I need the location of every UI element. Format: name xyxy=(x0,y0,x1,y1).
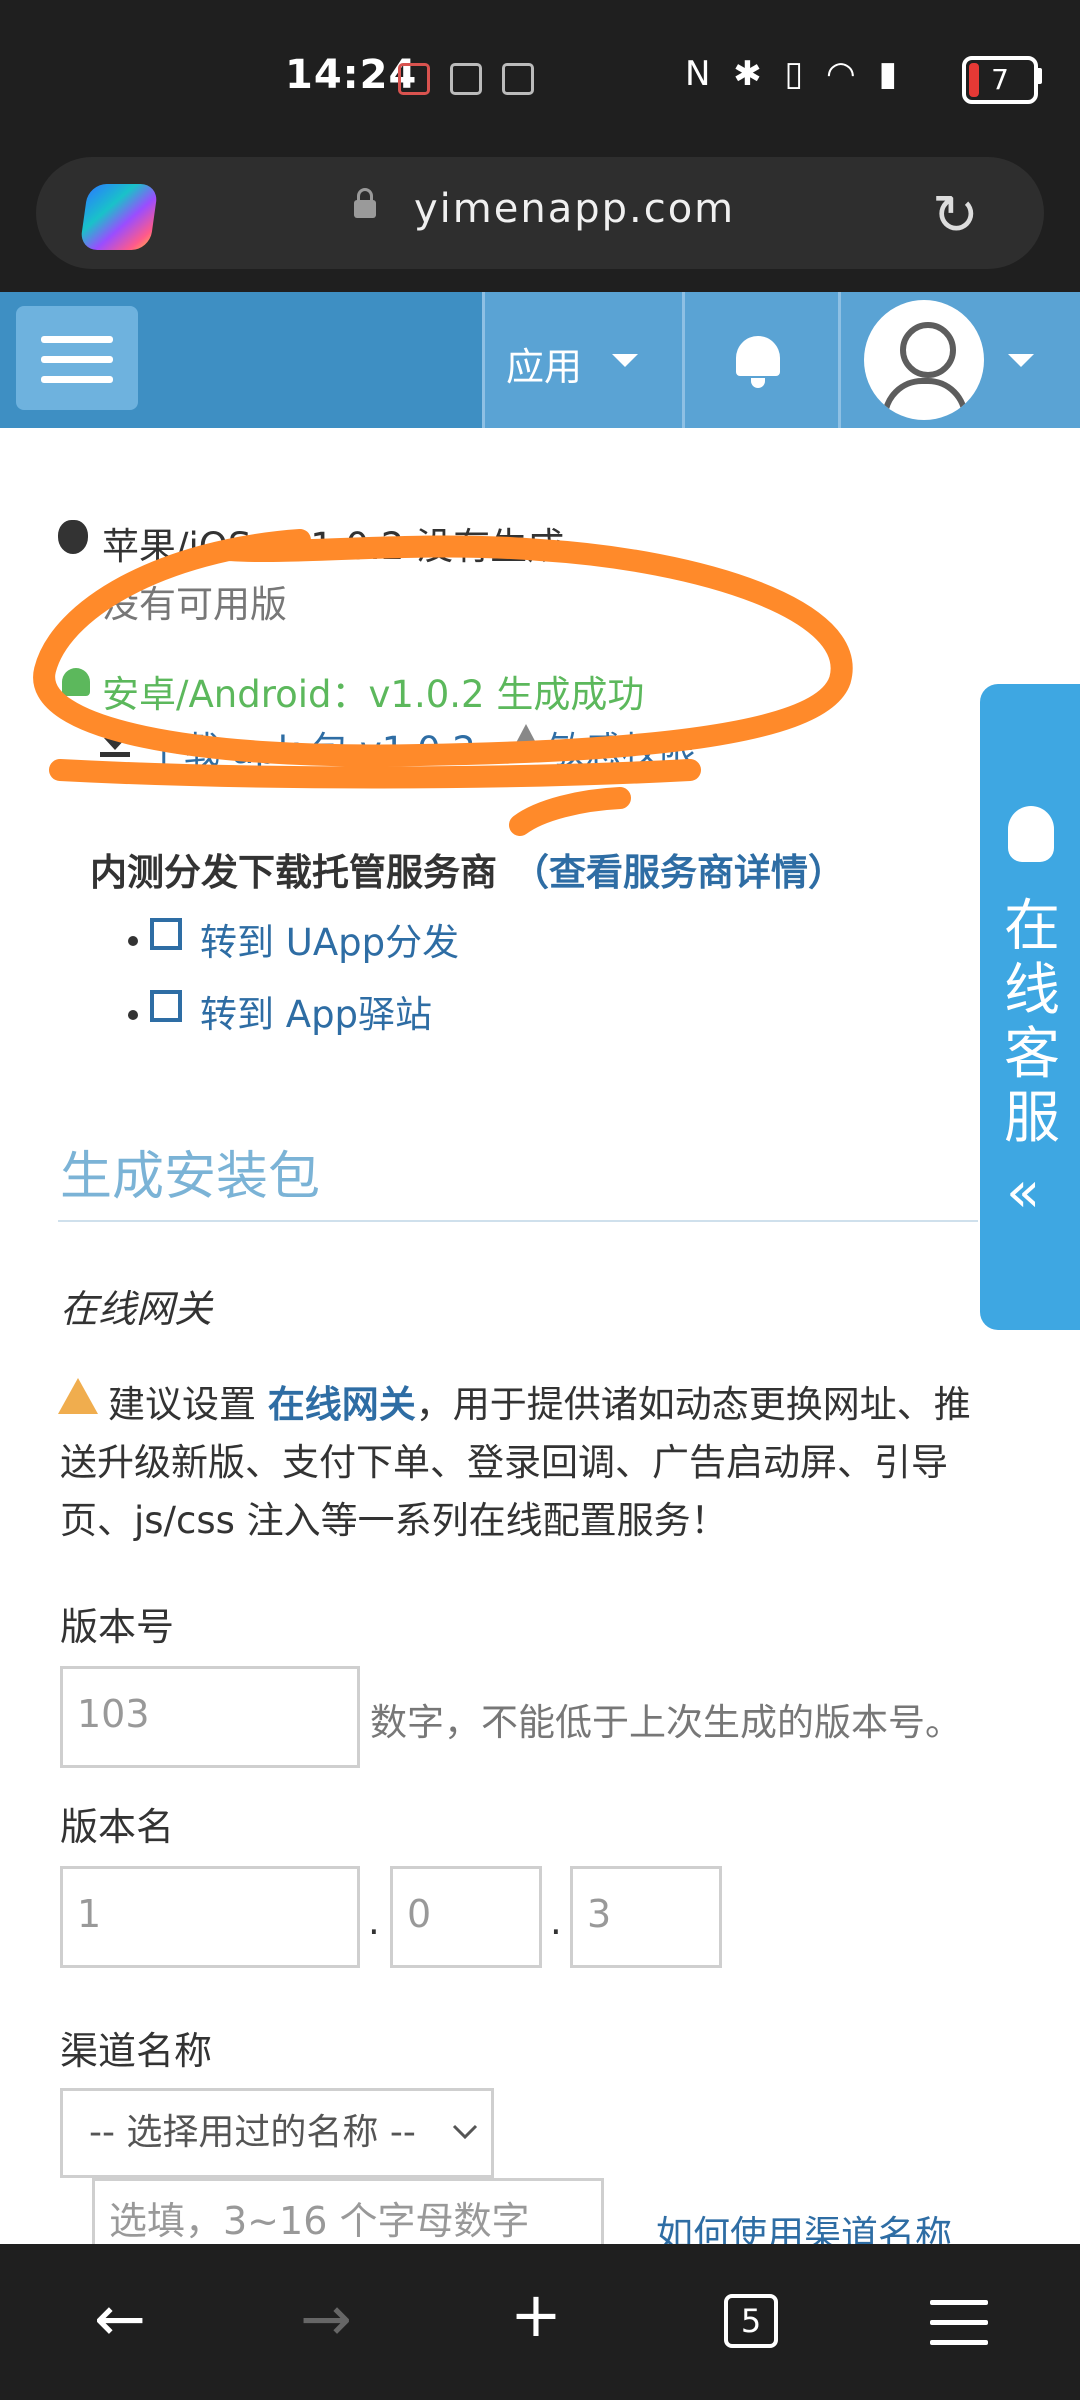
lock-icon xyxy=(354,188,376,218)
download-apk-link[interactable]: 下载 apk 包 v1.0.2 xyxy=(146,720,476,774)
warning-icon xyxy=(58,1378,98,1414)
chevron-down-icon[interactable] xyxy=(1008,354,1034,367)
battery-tip xyxy=(1036,68,1042,84)
battery-icon: 7 xyxy=(962,56,1038,104)
qq-penguin-icon xyxy=(1008,806,1054,862)
notice-line-3: 页、js/css 注入等一系列在线配置服务！ xyxy=(60,1499,728,1542)
version-code-input[interactable]: 103 xyxy=(60,1666,360,1768)
battery-level: 7 xyxy=(991,63,1009,96)
notification-icon xyxy=(398,63,430,95)
copilot-logo-icon[interactable] xyxy=(79,184,159,250)
download-icon xyxy=(100,726,130,757)
android-icon xyxy=(62,668,90,696)
hosting-title: 内测分发下载托管服务商 xyxy=(90,851,497,894)
channel-select[interactable]: -- 选择用过的名称 -- xyxy=(60,2088,494,2178)
version-patch-input[interactable]: 3 xyxy=(570,1866,722,1968)
external-link-icon xyxy=(150,918,182,950)
apple-icon xyxy=(58,520,88,554)
ios-status: 苹果/iOS：v1.0.2 没有生成 xyxy=(102,525,565,568)
channel-label: 渠道名称 xyxy=(60,2029,213,2073)
tabs-count-button[interactable]: 5 xyxy=(724,2294,778,2348)
section-divider xyxy=(58,1220,978,1222)
version-dot: . xyxy=(368,1900,380,1943)
navbar-divider xyxy=(682,292,685,428)
forward-arrow-icon[interactable]: → xyxy=(300,2282,352,2355)
notification-icon xyxy=(450,63,482,95)
gateway-subheading: 在线网关 xyxy=(60,1287,213,1331)
status-bar xyxy=(0,0,1080,150)
sensitive-permissions-link[interactable]: 敏感权限 xyxy=(548,720,696,774)
menu-icon[interactable] xyxy=(930,2300,988,2345)
version-name-label: 版本名 xyxy=(60,1805,175,1849)
url-text[interactable]: yimenapp.com xyxy=(414,186,735,232)
section-title: 生成安装包 xyxy=(60,1147,321,1207)
version-code-label: 版本号 xyxy=(60,1605,175,1649)
uapp-link[interactable]: 转到 UApp分发 xyxy=(200,912,459,966)
external-link-icon xyxy=(150,990,182,1022)
version-code-hint: 数字，不能低于上次生成的版本号。 xyxy=(370,1701,962,1744)
navbar-divider xyxy=(838,292,841,428)
app-station-link[interactable]: 转到 App驿站 xyxy=(200,984,432,1038)
notification-icon xyxy=(502,63,534,95)
online-gateway-link[interactable]: 在线网关 xyxy=(268,1383,416,1426)
warning-icon xyxy=(508,724,544,758)
version-major-input[interactable]: 1 xyxy=(60,1866,360,1968)
ios-no-build: 没有可用版 xyxy=(102,583,287,626)
bullet xyxy=(128,1010,138,1020)
android-status: 安卓/Android：v1.0.2 生成成功 xyxy=(102,673,645,716)
chevron-down-icon xyxy=(452,2124,478,2140)
new-tab-plus-icon[interactable]: + xyxy=(510,2278,562,2351)
avatar[interactable] xyxy=(864,300,984,420)
version-dot: . xyxy=(550,1900,562,1943)
system-status-icons: N ✱ ▯ ◠ ▮ xyxy=(685,54,904,94)
notice-line-2: 送升级新版、支付下单、登录回调、广告启动屏、引导 xyxy=(60,1441,948,1484)
notice-line-1: 建议设置 在线网关，用于提供诸如动态更换网址、推 xyxy=(108,1383,971,1426)
menu-toggle-button[interactable] xyxy=(16,306,138,410)
bell-icon[interactable] xyxy=(736,336,780,388)
version-minor-input[interactable]: 0 xyxy=(390,1866,542,1968)
provider-details-link[interactable]: （查看服务商详情） xyxy=(512,842,845,896)
collapse-arrow-icon[interactable]: « xyxy=(1006,1160,1040,1225)
reload-icon[interactable]: ↻ xyxy=(932,186,979,246)
bullet xyxy=(128,936,138,946)
apps-menu-label[interactable]: 应用 xyxy=(506,336,582,391)
back-arrow-icon[interactable]: ← xyxy=(94,2282,146,2355)
channel-select-value: -- 选择用过的名称 -- xyxy=(89,2112,416,2153)
chevron-down-icon xyxy=(612,354,638,367)
customer-service-label[interactable]: 在线客服 xyxy=(1000,895,1064,1151)
